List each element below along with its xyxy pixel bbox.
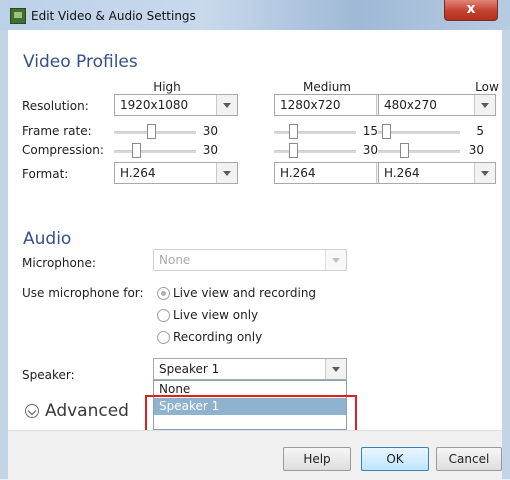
radio-label-recording-only[interactable]: Recording only [173,330,262,344]
use-microphone-for-label: Use microphone for: [22,286,144,300]
frame-rate-value-low: 5 [476,124,484,138]
radio-live-view-and-recording[interactable] [157,287,170,300]
video-profiles-title: Video Profiles [23,52,138,72]
radio-label-live-view-only[interactable]: Live view only [173,308,258,322]
column-header-medium: Medium [303,80,351,94]
microphone-select: None [153,249,347,271]
speaker-label: Speaker: [22,368,75,382]
frame-rate-thumb-low[interactable] [381,124,391,139]
window-title: Edit Video & Audio Settings [31,9,196,23]
radio-label-live-view-and-recording[interactable]: Live view and recording [173,286,316,300]
chevron-down-icon [325,359,346,379]
compression-value-high: 30 [202,143,218,157]
compression-thumb-low[interactable] [399,143,409,158]
speaker-select[interactable]: Speaker 1 [153,358,347,380]
resolution-select-low[interactable]: 480x270 [378,94,496,116]
compression-slider-medium[interactable] [274,150,356,153]
frame-rate-slider-medium[interactable] [274,131,356,134]
chevron-down-icon [474,163,495,183]
compression-thumb-high[interactable] [132,143,142,158]
ok-button[interactable]: OK [361,447,429,471]
compression-value-low: 30 [468,143,484,157]
compression-thumb-medium[interactable] [288,143,298,158]
audio-title: Audio [23,229,72,249]
speaker-value: Speaker 1 [159,362,220,376]
expand-circle-icon[interactable] [25,404,39,418]
resolution-value-medium: 1280x720 [280,98,341,112]
frame-rate-label: Frame rate: [22,124,92,138]
format-label: Format: [22,167,69,181]
close-button[interactable]: x [444,0,498,21]
radio-recording-only[interactable] [157,331,170,344]
chevron-down-icon [216,95,237,115]
compression-label: Compression: [22,143,104,157]
resolution-value-low: 480x270 [384,98,437,112]
microphone-label: Microphone: [22,256,96,270]
app-icon [10,8,26,24]
chevron-down-icon [325,250,346,270]
chevron-down-icon [216,163,237,183]
compression-slider-high[interactable] [114,150,196,153]
column-header-high: High [153,80,181,94]
format-select-low[interactable]: H.264 [378,162,496,184]
radio-live-view-only[interactable] [157,309,170,322]
format-value-high: H.264 [120,166,156,180]
compression-slider-low[interactable] [378,150,460,153]
microphone-value: None [159,253,191,267]
frame-rate-thumb-medium[interactable] [288,124,298,139]
cancel-button[interactable]: Cancel [436,447,502,471]
advanced-toggle[interactable]: Advanced [45,401,129,421]
frame-rate-value-medium: 15 [362,124,378,138]
resolution-select-high[interactable]: 1920x1080 [114,94,238,116]
resolution-value-high: 1920x1080 [120,98,189,112]
compression-value-medium: 30 [362,143,378,157]
window-frame-right [502,30,510,479]
highlight-box [145,395,357,433]
resolution-label: Resolution: [22,99,89,113]
dialog-content: Video Profiles High Medium Low Resolutio… [8,30,502,433]
window-frame-left [0,30,8,479]
format-value-medium: H.264 [280,166,316,180]
frame-rate-value-high: 30 [202,124,218,138]
help-button[interactable]: Help [283,447,351,471]
frame-rate-thumb-high[interactable] [146,124,156,139]
column-header-low: Low [475,80,499,94]
format-select-high[interactable]: H.264 [114,162,238,184]
format-value-low: H.264 [384,166,420,180]
chevron-down-icon [474,95,495,115]
